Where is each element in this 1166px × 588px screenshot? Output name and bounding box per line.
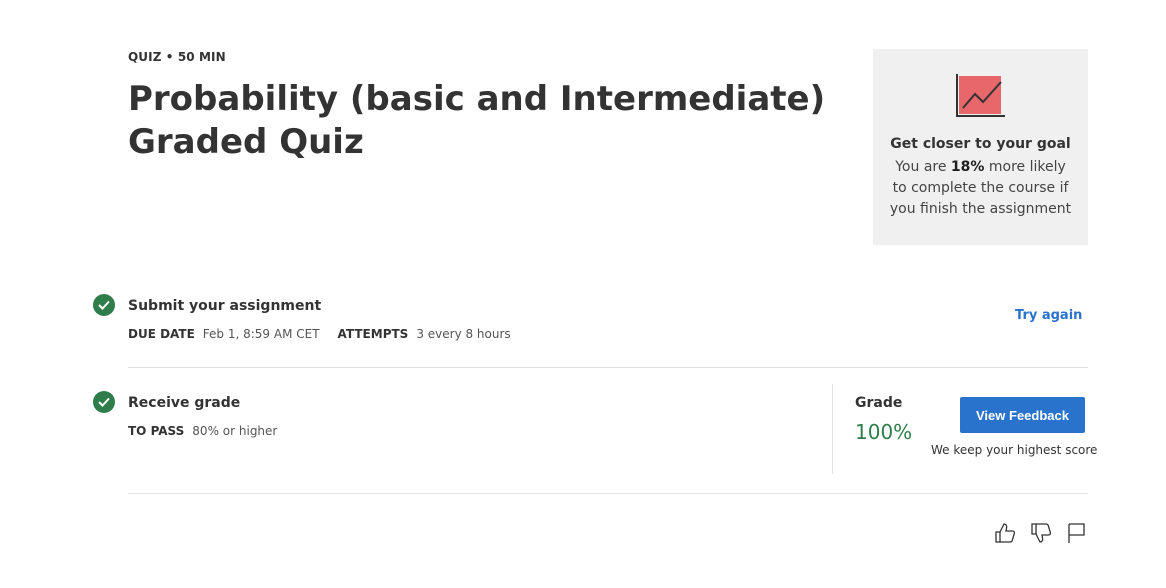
goal-highlight: 18% [950,159,985,175]
grade-value: 100% [855,420,913,444]
flag-icon[interactable] [1065,521,1089,545]
section-divider [128,493,1088,494]
attempts-value: 3 every 8 hours [416,327,511,341]
grade-step-title: Receive grade [128,395,241,411]
highest-score-note: We keep your highest score [931,443,1098,457]
check-circle-icon [93,391,115,413]
due-date-value: Feb 1, 8:59 AM CET [202,327,320,341]
line-chart-icon [956,74,1005,117]
grade-label: Grade [855,395,903,411]
to-pass-value: 80% or higher [192,424,278,438]
view-feedback-button[interactable]: View Feedback [960,397,1085,433]
page-title: Probability (basic and Intermediate) Gra… [128,79,826,162]
thumbs-up-icon[interactable] [993,521,1017,545]
goal-text-prefix: You are [895,159,951,175]
section-divider [128,367,1088,368]
check-circle-icon [93,294,115,316]
attempts-label: ATTEMPTS [337,327,409,341]
goal-card: Get closer to your goal You are 18% more… [873,49,1088,245]
goal-title: Get closer to your goal [890,136,1071,152]
to-pass-label: TO PASS [128,424,185,438]
goal-text: You are 18% more likely to complete the … [887,157,1074,220]
grade-divider [832,384,833,474]
submit-step-title: Submit your assignment [128,298,322,314]
thumbs-down-icon[interactable] [1029,521,1053,545]
try-again-button[interactable]: Try again [1015,308,1082,323]
item-meta: QUIZ • 50 MIN [128,50,226,64]
submit-step-details: DUE DATE Feb 1, 8:59 AM CET ATTEMPTS 3 ever… [128,327,511,341]
due-date-label: DUE DATE [128,327,195,341]
grade-step-details: TO PASS 80% or higher [128,424,277,438]
